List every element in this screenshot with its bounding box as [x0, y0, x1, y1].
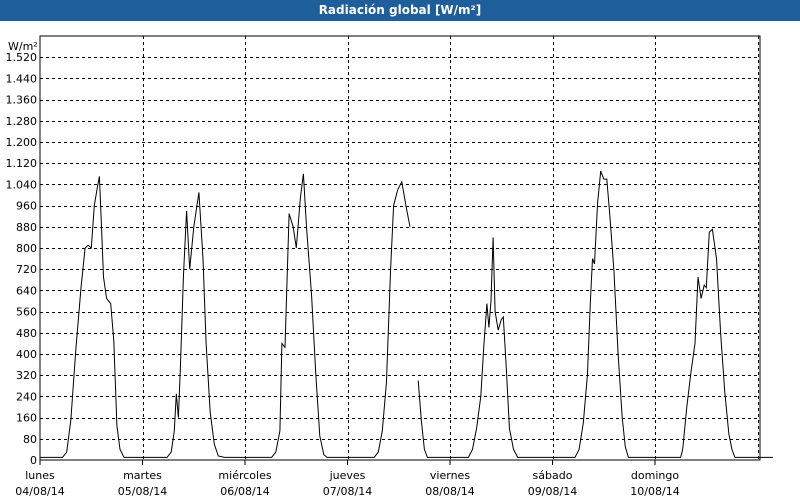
y-tick-label: 560: [16, 306, 37, 319]
y-tick-label: 0: [30, 454, 37, 467]
x-tick-label-day: martes: [123, 469, 162, 482]
y-tick-label: 720: [16, 263, 37, 276]
x-tick-label-day: miércoles: [218, 469, 271, 482]
y-tick-label: 480: [16, 327, 37, 340]
x-tick-label-date: 08/08/14: [425, 485, 474, 498]
x-tick-label-date: 06/08/14: [220, 485, 269, 498]
x-axis: lunes 04/08/14 martes 05/08/14 miércoles 06/0…: [15, 460, 680, 498]
y-tick-label: 240: [16, 390, 37, 403]
y-tick-label: 1.440: [6, 72, 38, 85]
y-tick-label: 800: [16, 242, 37, 255]
y-tick-label: 1.520: [6, 51, 38, 64]
x-tick-label-day: jueves: [329, 469, 366, 482]
y-tick-label: 80: [23, 433, 37, 446]
y-tick-label: 1.040: [6, 178, 38, 191]
y-axis: W/m² 08016024032040048056064072080088096…: [6, 40, 38, 467]
y-tick-label: 960: [16, 200, 37, 213]
x-tick-label-date: 10/08/14: [630, 485, 679, 498]
chart-window: W/m² 0 80 160 240 320 400 480 560 640 720 800 880 96…: [0, 0, 800, 500]
y-tick-label: 400: [16, 348, 37, 361]
y-tick-label: 320: [16, 369, 37, 382]
y-tick-label: 1.200: [6, 136, 38, 149]
y-tick-label: 880: [16, 221, 37, 234]
x-tick-label-day: domingo: [631, 469, 679, 482]
x-tick-label-day: lunes: [25, 469, 55, 482]
y-tick-label: 1.360: [6, 94, 38, 107]
x-tick-label-date: 04/08/14: [15, 485, 64, 498]
radiation-chart: W/m² 08016024032040048056064072080088096…: [6, 35, 773, 498]
x-tick-label-date: 05/08/14: [118, 485, 167, 498]
x-tick-label-date: 09/08/14: [528, 485, 577, 498]
y-tick-label: 1.120: [6, 157, 38, 170]
x-tick-label-day: sábado: [533, 469, 573, 482]
x-tick-label-date: 07/08/14: [323, 485, 372, 498]
y-tick-label: 160: [16, 412, 37, 425]
y-tick-label: 1.280: [6, 115, 38, 128]
y-tick-label: 640: [16, 284, 37, 297]
chart-title: Radiación global [W/m²]: [0, 0, 800, 21]
x-tick-label-day: viernes: [430, 469, 470, 482]
